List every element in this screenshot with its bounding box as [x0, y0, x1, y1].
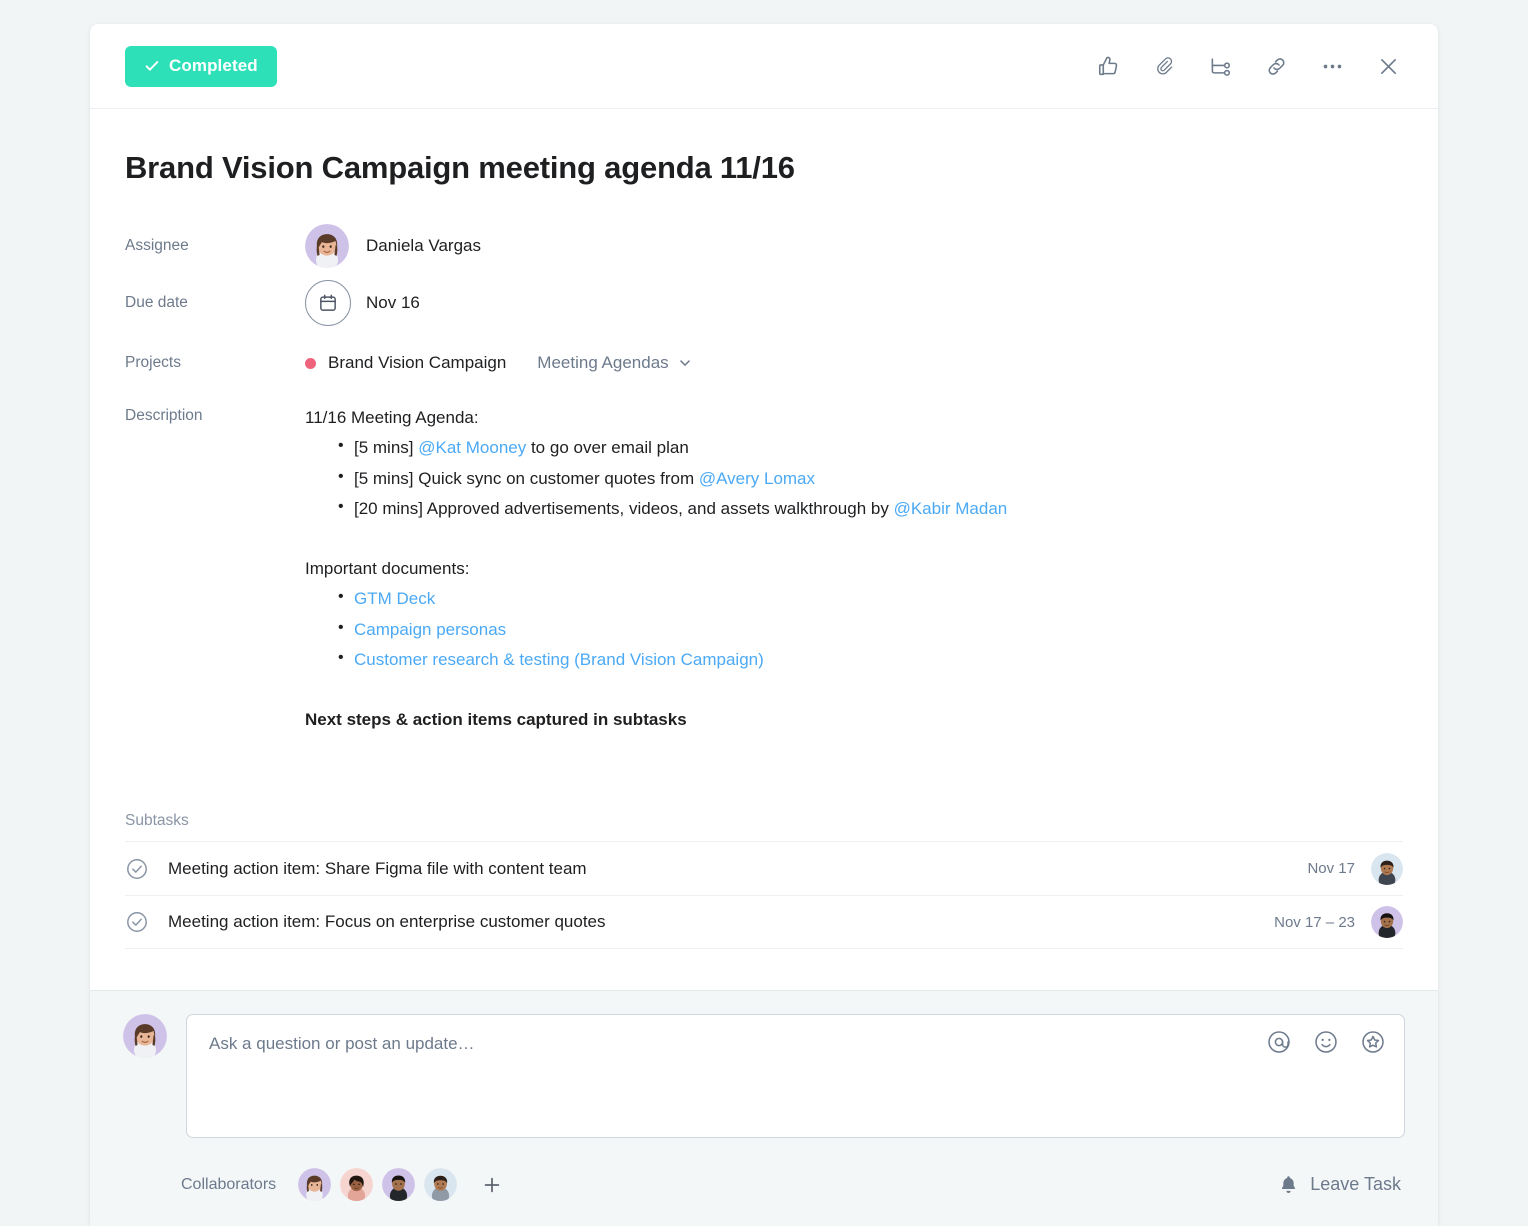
comment-toolbar — [1266, 1029, 1386, 1055]
status-label: Completed — [169, 56, 258, 75]
doc-link-campaign-personas[interactable]: Campaign personas — [354, 620, 506, 639]
projects-row: Projects Brand Vision Campaign Meeting A… — [125, 335, 1403, 391]
comment-composer: Ask a question or post an update… — [123, 1014, 1405, 1138]
plus-icon — [484, 1177, 500, 1192]
avatar[interactable] — [1371, 852, 1403, 885]
description-closing-note: Next steps & action items captured in su… — [305, 710, 687, 730]
projects-value: Brand Vision Campaign Meeting Agendas — [305, 353, 692, 373]
list-item: [5 mins] @Kat Mooney to go over email pl… — [338, 432, 1007, 463]
avatar[interactable] — [1371, 906, 1403, 939]
bell-icon — [1282, 1176, 1296, 1193]
more-options-icon[interactable] — [1315, 49, 1349, 83]
documents-heading: Important documents: — [305, 559, 470, 579]
check-icon — [145, 61, 159, 71]
doc-link-customer-research[interactable]: Customer research & testing (Brand Visio… — [354, 650, 764, 669]
list-item: GTM Deck — [338, 583, 1007, 614]
table-row[interactable]: Meeting action item: Focus on enterprise… — [125, 895, 1403, 950]
subtask-name: Meeting action item: Focus on enterprise… — [168, 912, 606, 932]
header-actions — [1091, 49, 1405, 83]
mention-kat-mooney[interactable]: @Kat Mooney — [418, 438, 526, 457]
project-section-label: Meeting Agendas — [537, 353, 669, 373]
due-date-row: Due date Nov 16 — [125, 271, 1403, 335]
subtask-complete-icon[interactable] — [125, 910, 149, 934]
due-date-value[interactable]: Nov 16 — [305, 280, 420, 327]
projects-label: Projects — [125, 354, 181, 372]
avatar[interactable] — [298, 1168, 332, 1201]
comment-input[interactable]: Ask a question or post an update… — [186, 1014, 1405, 1138]
assignee-label: Assignee — [125, 237, 189, 255]
comment-placeholder: Ask a question or post an update… — [209, 1034, 475, 1053]
description-heading: 11/16 Meeting Agenda: — [305, 408, 479, 428]
thumbs-up-icon[interactable] — [1091, 49, 1125, 83]
assignee-row: Assignee Daniela Vargas — [125, 221, 1403, 271]
chevron-down-icon — [679, 360, 690, 367]
collaborators-label: Collaborators — [181, 1175, 277, 1193]
add-collaborator-button[interactable] — [479, 1172, 505, 1198]
subtask-icon[interactable] — [1203, 49, 1237, 83]
collaborator-avatars — [298, 1168, 458, 1201]
mention-avery-lomax[interactable]: @Avery Lomax — [699, 469, 815, 488]
description-row: Description 11/16 Meeting Agenda: [5 min… — [125, 403, 1403, 735]
collaborators-bar: Collaborators Leave Task — [123, 1168, 1405, 1201]
subtasks-section: Subtasks Meeting action item: Share Figm… — [125, 812, 1403, 950]
mention-kabir-madan[interactable]: @Kabir Madan — [894, 499, 1008, 518]
list-item: [5 mins] Quick sync on customer quotes f… — [338, 463, 1007, 494]
description-label: Description — [125, 407, 203, 425]
task-header-toolbar: Completed — [90, 24, 1438, 109]
mention-icon[interactable] — [1266, 1029, 1292, 1055]
subtask-name: Meeting action item: Share Figma file wi… — [168, 858, 587, 878]
assignee-name: Daniela Vargas — [366, 236, 481, 256]
list-item: [20 mins] Approved advertisements, video… — [338, 493, 1008, 524]
doc-link-gtm-deck[interactable]: GTM Deck — [354, 589, 435, 608]
task-detail-card: Completed Brand Vision Campaign meeting … — [90, 24, 1438, 1226]
task-footer: Ask a question or post an update… Collab… — [90, 990, 1438, 1226]
link-icon[interactable] — [1259, 49, 1293, 83]
close-icon[interactable] — [1371, 49, 1405, 83]
project-color-dot — [305, 357, 316, 369]
subtasks-header: Subtasks — [125, 812, 189, 830]
assignee-value[interactable]: Daniela Vargas — [305, 224, 481, 269]
subtask-due-date[interactable]: Nov 17 — [1307, 860, 1355, 877]
avatar — [123, 1014, 167, 1058]
page-title: Brand Vision Campaign meeting agenda 11/… — [125, 150, 795, 185]
description-body[interactable]: 11/16 Meeting Agenda: [5 mins] @Kat Moon… — [305, 403, 1007, 735]
project-name[interactable]: Brand Vision Campaign — [328, 353, 506, 373]
calendar-icon — [305, 280, 351, 327]
due-date-label: Due date — [125, 294, 188, 312]
avatar[interactable] — [382, 1168, 416, 1201]
leave-task-button[interactable]: Leave Task — [1278, 1174, 1405, 1195]
list-item: Campaign personas — [338, 614, 1007, 645]
table-row[interactable]: Meeting action item: Share Figma file wi… — [125, 841, 1403, 895]
task-body: Brand Vision Campaign meeting agenda 11/… — [90, 109, 1438, 990]
status-completed-button[interactable]: Completed — [125, 45, 277, 87]
project-section-dropdown[interactable]: Meeting Agendas — [537, 353, 691, 373]
task-metadata: Assignee Daniela Vargas Due date Nov 16 … — [125, 221, 1403, 735]
leave-task-label: Leave Task — [1310, 1174, 1401, 1194]
list-item: Customer research & testing (Brand Visio… — [338, 644, 1007, 675]
avatar[interactable] — [340, 1168, 374, 1201]
subtask-due-date[interactable]: Nov 17 – 23 — [1274, 914, 1355, 931]
due-date-text: Nov 16 — [366, 293, 420, 313]
sticker-icon[interactable] — [1360, 1029, 1386, 1055]
description-spacer-2 — [305, 675, 1007, 705]
subtask-complete-icon[interactable] — [125, 857, 149, 881]
avatar — [305, 224, 349, 269]
paperclip-icon[interactable] — [1147, 49, 1181, 83]
documents-list: GTM Deck Campaign personas Customer rese… — [305, 583, 1007, 675]
emoji-icon[interactable] — [1313, 1029, 1339, 1055]
agenda-list: [5 mins] @Kat Mooney to go over email pl… — [305, 432, 1008, 524]
task-detail-page: Completed Brand Vision Campaign meeting … — [0, 0, 1528, 1226]
avatar[interactable] — [424, 1168, 458, 1201]
